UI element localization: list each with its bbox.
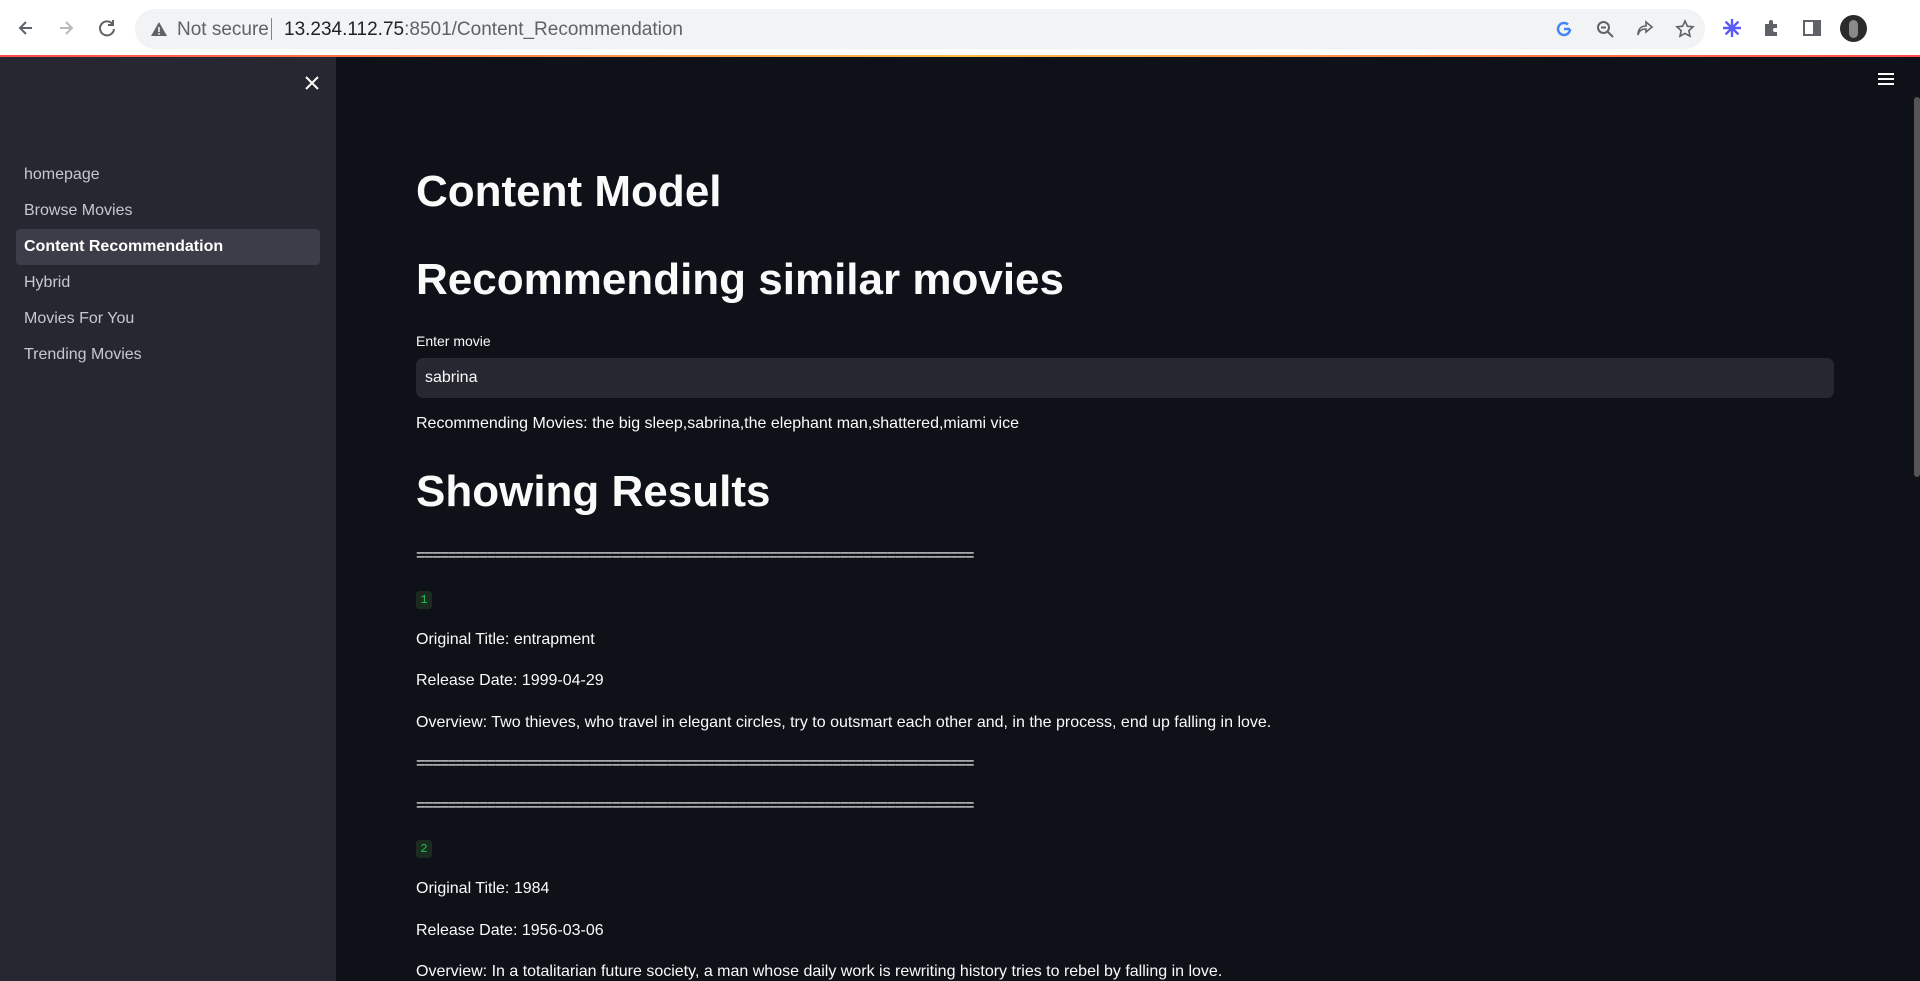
close-icon[interactable] <box>300 71 324 95</box>
app-root: homepage Browse Movies Content Recommend… <box>0 57 1920 981</box>
separator: ========================================… <box>416 547 974 564</box>
puzzle-icon[interactable] <box>1758 14 1786 42</box>
sidebar-item-content-recommendation[interactable]: Content Recommendation <box>16 229 320 265</box>
menu-icon[interactable] <box>1878 73 1894 85</box>
result-overview: Overview: In a totalitarian future socie… <box>416 963 1223 980</box>
reload-icon[interactable] <box>91 12 123 44</box>
extension-icon[interactable] <box>1718 14 1746 42</box>
scrollbar[interactable] <box>1914 97 1920 477</box>
recommending-text: Recommending Movies: the big sleep,sabri… <box>416 415 1019 432</box>
result-original-title: Original Title: entrapment <box>416 631 595 648</box>
main-content: Content Model Recommending similar movie… <box>336 57 1920 981</box>
sidebar-item-movies-for-you[interactable]: Movies For You <box>16 301 320 337</box>
result-original-title: Original Title: 1984 <box>416 880 550 897</box>
browser-toolbar: Not secure 13.234.112.75:8501/Content_Re… <box>0 0 1920 56</box>
side-panel-icon[interactable] <box>1798 14 1826 42</box>
result-release-date: Release Date: 1956-03-06 <box>416 922 604 939</box>
share-icon[interactable] <box>1633 17 1657 41</box>
profile-avatar[interactable] <box>1840 15 1867 42</box>
page-title: Content Model <box>416 167 722 216</box>
back-icon[interactable] <box>10 12 42 44</box>
url-path: :8501/Content_Recommendation <box>404 19 683 40</box>
url-text[interactable]: 13.234.112.75:8501/Content_Recommendatio… <box>284 19 683 41</box>
results-heading: Showing Results <box>416 467 771 516</box>
result-overview: Overview: Two thieves, who travel in ele… <box>416 714 1272 731</box>
separator: ========================================… <box>416 755 974 772</box>
warning-icon[interactable] <box>149 19 169 39</box>
result-index-badge: 1 <box>416 591 432 609</box>
address-bar[interactable]: Not secure 13.234.112.75:8501/Content_Re… <box>135 9 1705 49</box>
movie-input-label: Enter movie <box>416 333 491 349</box>
url-host: 13.234.112.75 <box>284 19 405 40</box>
sidebar-item-homepage[interactable]: homepage <box>16 157 320 193</box>
security-status[interactable]: Not secure <box>177 19 269 41</box>
bookmark-star-icon[interactable] <box>1673 17 1697 41</box>
google-lens-icon[interactable] <box>1552 17 1576 41</box>
forward-icon[interactable] <box>50 12 82 44</box>
omnibox-divider <box>271 18 272 40</box>
sidebar-nav: homepage Browse Movies Content Recommend… <box>16 157 320 373</box>
separator: ========================================… <box>416 797 974 814</box>
section-heading: Recommending similar movies <box>416 255 1064 304</box>
sidebar-item-hybrid[interactable]: Hybrid <box>16 265 320 301</box>
sidebar: homepage Browse Movies Content Recommend… <box>0 57 336 981</box>
sidebar-item-browse-movies[interactable]: Browse Movies <box>16 193 320 229</box>
sidebar-item-trending-movies[interactable]: Trending Movies <box>16 337 320 373</box>
movie-input[interactable] <box>416 358 1834 398</box>
result-release-date: Release Date: 1999-04-29 <box>416 672 604 689</box>
zoom-icon[interactable] <box>1593 17 1617 41</box>
result-index-badge: 2 <box>416 840 432 858</box>
